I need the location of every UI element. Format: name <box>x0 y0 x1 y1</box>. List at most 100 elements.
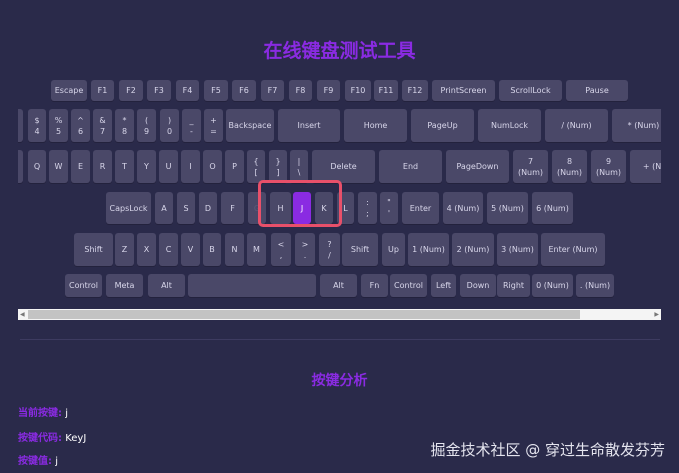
key--[interactable]: ) 0 <box>160 109 179 142</box>
key--[interactable]: } ] <box>269 150 287 183</box>
key-f4[interactable]: F4 <box>176 80 199 101</box>
key-d[interactable]: D <box>199 192 217 224</box>
key-y[interactable]: Y <box>137 150 156 183</box>
key-f11[interactable]: F11 <box>374 80 398 101</box>
key-6-num-[interactable]: 6 (Num) <box>532 192 573 224</box>
key--[interactable]: " ' <box>380 192 398 224</box>
key-shift[interactable]: Shift <box>342 233 378 266</box>
current-key-info: 当前按键: j <box>18 404 68 419</box>
key--[interactable]: + = <box>204 109 223 142</box>
key--[interactable]: _ - <box>182 109 201 142</box>
key-1-num-[interactable]: 1 (Num) <box>408 233 449 266</box>
key-printscreen[interactable]: PrintScreen <box>432 80 495 101</box>
key-3-num-[interactable]: 3 (Num) <box>497 233 538 266</box>
key-down[interactable]: Down <box>460 274 496 297</box>
key-2-num-[interactable]: 2 (Num) <box>452 233 494 266</box>
key-scrolllock[interactable]: ScrollLock <box>499 80 562 101</box>
key-backspace[interactable]: Backspace <box>226 109 274 142</box>
key-f[interactable]: F <box>221 192 244 224</box>
key-0-num-[interactable]: 0 (Num) <box>532 274 573 297</box>
key--num-[interactable]: * (Num) <box>612 109 661 142</box>
key-7[interactable]: 7 (Num) <box>513 150 548 183</box>
key-insert[interactable]: Insert <box>278 109 340 142</box>
key-u[interactable]: U <box>159 150 178 183</box>
key-delete[interactable]: Delete <box>312 150 375 183</box>
key-fn[interactable]: Fn <box>361 274 388 297</box>
key-9[interactable]: 9 (Num) <box>591 150 626 183</box>
key-c[interactable]: C <box>159 233 178 266</box>
key-numlock[interactable]: NumLock <box>478 109 541 142</box>
scroll-left-icon[interactable]: ◀ <box>20 309 25 320</box>
key--[interactable]: ^ 6 <box>71 109 90 142</box>
key--[interactable]: $ 4 <box>28 109 46 142</box>
horizontal-scrollbar[interactable]: ◀ ▶ <box>18 309 661 320</box>
key-p[interactable]: P <box>225 150 244 183</box>
key--[interactable]: > . <box>295 233 315 266</box>
key--[interactable]: * 8 <box>115 109 134 142</box>
key-left[interactable]: Left <box>431 274 456 297</box>
key-o[interactable]: O <box>203 150 222 183</box>
key-enter[interactable]: Enter <box>402 192 439 224</box>
key-i[interactable]: I <box>181 150 200 183</box>
key-end[interactable]: End <box>379 150 442 183</box>
key-n[interactable]: N <box>225 233 244 266</box>
key-shift[interactable]: Shift <box>74 233 113 266</box>
key-pause[interactable]: Pause <box>566 80 628 101</box>
key-5-num-[interactable]: 5 (Num) <box>487 192 528 224</box>
key-f10[interactable]: F10 <box>345 80 371 101</box>
key-escape[interactable]: Escape <box>51 80 87 101</box>
key--[interactable]: % 5 <box>49 109 68 142</box>
key--[interactable]: & 7 <box>93 109 112 142</box>
key-s[interactable]: S <box>177 192 195 224</box>
key-t[interactable]: T <box>115 150 134 183</box>
key--[interactable]: { [ <box>247 150 265 183</box>
key-space[interactable] <box>188 274 316 297</box>
key--num-[interactable]: . (Num) <box>576 274 614 297</box>
key--num-[interactable]: / (Num) <box>545 109 608 142</box>
key-4-num-[interactable]: 4 (Num) <box>443 192 483 224</box>
key-z[interactable]: Z <box>115 233 134 266</box>
key-q[interactable]: Q <box>28 150 46 183</box>
key-e[interactable]: E <box>71 150 90 183</box>
key-home[interactable]: Home <box>344 109 407 142</box>
key-v[interactable]: V <box>181 233 200 266</box>
key-alt[interactable]: Alt <box>320 274 357 297</box>
key-b[interactable]: B <box>203 233 221 266</box>
key--[interactable]: < , <box>271 233 291 266</box>
key-x[interactable]: X <box>137 233 156 266</box>
key-m[interactable]: M <box>247 233 266 266</box>
scrollbar-thumb[interactable] <box>28 310 580 319</box>
key-up[interactable]: Up <box>382 233 405 266</box>
key--num-[interactable]: + (Num) <box>630 150 661 183</box>
key-f6[interactable]: F6 <box>232 80 256 101</box>
key-f9[interactable]: F9 <box>317 80 340 101</box>
key-f3[interactable]: F3 <box>147 80 171 101</box>
key-enter-num-[interactable]: Enter (Num) <box>541 233 605 266</box>
key-meta[interactable]: Meta <box>106 274 143 297</box>
key-pagedown[interactable]: PageDown <box>446 150 509 183</box>
key-pageup[interactable]: PageUp <box>411 109 474 142</box>
key--[interactable]: ? / <box>319 233 340 266</box>
key-capslock[interactable]: CapsLock <box>106 192 151 224</box>
key-control[interactable]: Control <box>390 274 427 297</box>
scroll-right-icon[interactable]: ▶ <box>654 309 659 320</box>
key-f1[interactable]: F1 <box>91 80 114 101</box>
key-w[interactable]: W <box>49 150 68 183</box>
key-f8[interactable]: F8 <box>289 80 312 101</box>
key-right[interactable]: Right <box>497 274 530 297</box>
key-space[interactable] <box>18 109 23 142</box>
key--[interactable]: : ; <box>358 192 377 224</box>
key-a[interactable]: A <box>155 192 173 224</box>
key-alt[interactable]: Alt <box>148 274 185 297</box>
key-f2[interactable]: F2 <box>119 80 143 101</box>
analysis-title: 按键分析 <box>311 373 368 389</box>
key--[interactable]: ( 9 <box>137 109 156 142</box>
key-r[interactable]: R <box>93 150 112 183</box>
key-f12[interactable]: F12 <box>402 80 428 101</box>
key-f5[interactable]: F5 <box>204 80 228 101</box>
key-space[interactable] <box>18 150 23 183</box>
key-control[interactable]: Control <box>65 274 102 297</box>
key-8[interactable]: 8 (Num) <box>552 150 587 183</box>
key--[interactable]: | \ <box>290 150 308 183</box>
key-f7[interactable]: F7 <box>261 80 284 101</box>
